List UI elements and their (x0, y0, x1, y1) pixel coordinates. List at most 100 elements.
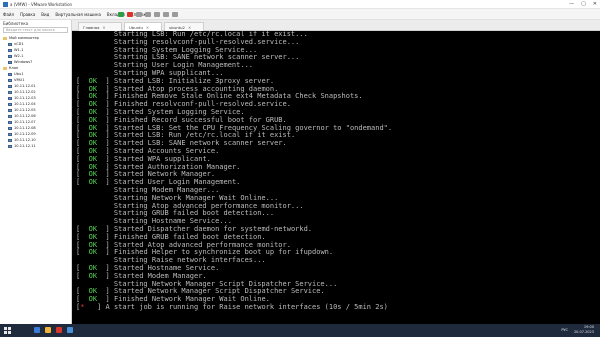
vm-icon (8, 84, 12, 88)
vm-icon (8, 48, 12, 52)
vm-icon (8, 138, 12, 142)
console-message: Started Accounts Service. (109, 146, 220, 155)
vm-icon (8, 114, 12, 118)
tab-home[interactable]: Главная ✕ (78, 22, 122, 31)
snapshot-icon[interactable] (136, 12, 142, 17)
vm-icon (8, 72, 12, 76)
console-message: Finished Remove Stale Online ext4 Metada… (109, 92, 363, 101)
unity-icon[interactable] (172, 12, 178, 17)
power-off-icon[interactable] (127, 12, 133, 17)
maximize-button[interactable]: ▢ (581, 0, 586, 9)
windows-taskbar: РУС 19:00 20.07.2023 (0, 324, 600, 337)
status-ok: OK (80, 178, 106, 187)
console-message: Finished GRUB failed boot detection. (109, 232, 266, 241)
tab-ubuntu2[interactable]: ubuntu2 ✕ (164, 22, 204, 31)
status-ok: OK (80, 92, 106, 101)
vm-console[interactable]: Starting LSB: Run /etc/rc.local if it ex… (72, 31, 600, 324)
menu-item[interactable]: Виртуальная машина (55, 9, 100, 20)
console-message: Started LSB: SANE network scanner server… (109, 139, 287, 148)
menu-bar: ФайлПравкаВидВиртуальная машинаВкладкиСп… (0, 9, 600, 20)
snapshot-manager-icon[interactable] (154, 12, 160, 17)
power-on-icon[interactable] (118, 12, 124, 17)
console-message: Finished Record successful boot for GRUB… (109, 115, 287, 124)
console-message: Starting resolvconf-pull-resolved.servic… (76, 37, 300, 46)
console-message: Started Authorization Manager. (109, 162, 241, 171)
console-message: Starting GRUB failed boot detection... (76, 209, 275, 218)
library-sidebar: Библиотека Введите текст для поиска Мой … (0, 20, 72, 324)
console-message: Started WPA supplicant. (109, 154, 211, 163)
console-message: Finished Network Manager Wait Online. (109, 295, 270, 304)
status-ok: OK (80, 76, 106, 85)
window-titlebar: a (VMW) - VMware Workstation — ▢ ✕ (0, 0, 600, 9)
console-message: Started User Login Management. (109, 178, 241, 187)
console-message: Started System Logging Service. (109, 107, 245, 116)
status-ok: OK (80, 131, 106, 140)
folder-icon[interactable] (45, 327, 51, 333)
vmware-app-icon (3, 2, 8, 7)
window-controls: — ▢ ✕ (569, 0, 597, 9)
console-message: Started Dispatcher daemon for systemd-ne… (109, 224, 313, 233)
start-menu-icon[interactable] (4, 327, 11, 334)
status-ok: OK (80, 295, 106, 304)
vm-icon (8, 96, 12, 100)
library-item-label: 10.11.12.11 (14, 144, 36, 148)
vmware-taskbar-icon[interactable] (67, 327, 73, 333)
toolbar (118, 12, 178, 17)
fullscreen-icon[interactable] (163, 12, 169, 17)
status-ok: OK (80, 248, 106, 257)
console-message: Starting Network Manager Wait Online... (76, 193, 279, 202)
console-message: Started LSB: Initialize 3proxy server. (109, 76, 275, 85)
console-message: Finished resolvconf-pull-resolved.servic… (109, 100, 291, 109)
library-search-input[interactable]: Введите текст для поиска (3, 27, 68, 33)
menu-item[interactable]: Файл (3, 9, 14, 20)
status-ok: OK (80, 287, 106, 296)
vm-icon (8, 132, 12, 136)
status-ok: OK (80, 232, 106, 241)
console-message: Starting Atop advanced performance monit… (76, 201, 304, 210)
console-message: Started Modem Manager. (109, 271, 207, 280)
explorer-icon[interactable] (34, 327, 40, 333)
menu-item[interactable]: Правка (20, 9, 35, 20)
window-title: a (VMW) - VMware Workstation (10, 2, 73, 7)
status-ok: OK (80, 107, 106, 116)
library-item[interactable]: 10.11.12.11 (0, 143, 71, 149)
console-message: Started Atop process accounting daemon. (109, 84, 279, 93)
vm-icon (8, 60, 12, 64)
vm-icon (8, 54, 12, 58)
console-output: Starting LSB: Run /etc/rc.local if it ex… (76, 31, 392, 312)
console-message: Starting WPA supplicant... (76, 68, 224, 77)
taskbar-clock[interactable]: 19:00 20.07.2023 (574, 325, 594, 335)
tab-ubuntu[interactable]: Ubuntu ✕ (124, 22, 162, 31)
console-line: [* ] A start job is running for Raise ne… (76, 302, 392, 312)
keyboard-language[interactable]: РУС (561, 328, 568, 332)
console-message: Starting LSB: SANE network scanner serve… (76, 53, 300, 62)
tab-bar: Главная ✕ Ubuntu ✕ ubuntu2 ✕ (72, 20, 600, 31)
browser-icon[interactable] (56, 327, 62, 333)
vm-icon (8, 144, 12, 148)
console-message: Started Atop advanced performance monito… (109, 240, 291, 249)
vm-icon (8, 126, 12, 130)
console-message: Starting Modem Manager... (76, 185, 220, 194)
status-ok: OK (80, 139, 106, 148)
console-message: Started Hostname Service. (109, 263, 220, 272)
console-message: Started LSB: Set the CPU Frequency Scali… (109, 123, 393, 132)
status-ok: OK (80, 100, 106, 109)
library-tree: Мой компьютер vCD1 W1-1 W2-1 Windows7 Клон Ubu… (0, 35, 71, 149)
status-ok: OK (80, 162, 106, 171)
console-message: Starting Network Manager Script Dispatch… (76, 279, 338, 288)
folder-icon (3, 36, 7, 40)
status-ok: OK (80, 271, 106, 280)
console-message: Finished Helper to synchronize boot up f… (109, 248, 334, 257)
status-ok: OK (80, 115, 106, 124)
console-message: A start job is running for Raise network… (101, 302, 388, 311)
revert-snapshot-icon[interactable] (145, 12, 151, 17)
vm-icon (8, 90, 12, 94)
vm-icon (8, 108, 12, 112)
close-button[interactable]: ✕ (593, 0, 597, 9)
minimize-button[interactable]: — (569, 0, 574, 9)
menu-item[interactable]: Вид (41, 9, 49, 20)
vm-icon (8, 42, 12, 46)
status-ok: OK (80, 146, 106, 155)
console-message: Starting System Logging Service... (76, 45, 258, 54)
status-ok: OK (80, 240, 106, 249)
